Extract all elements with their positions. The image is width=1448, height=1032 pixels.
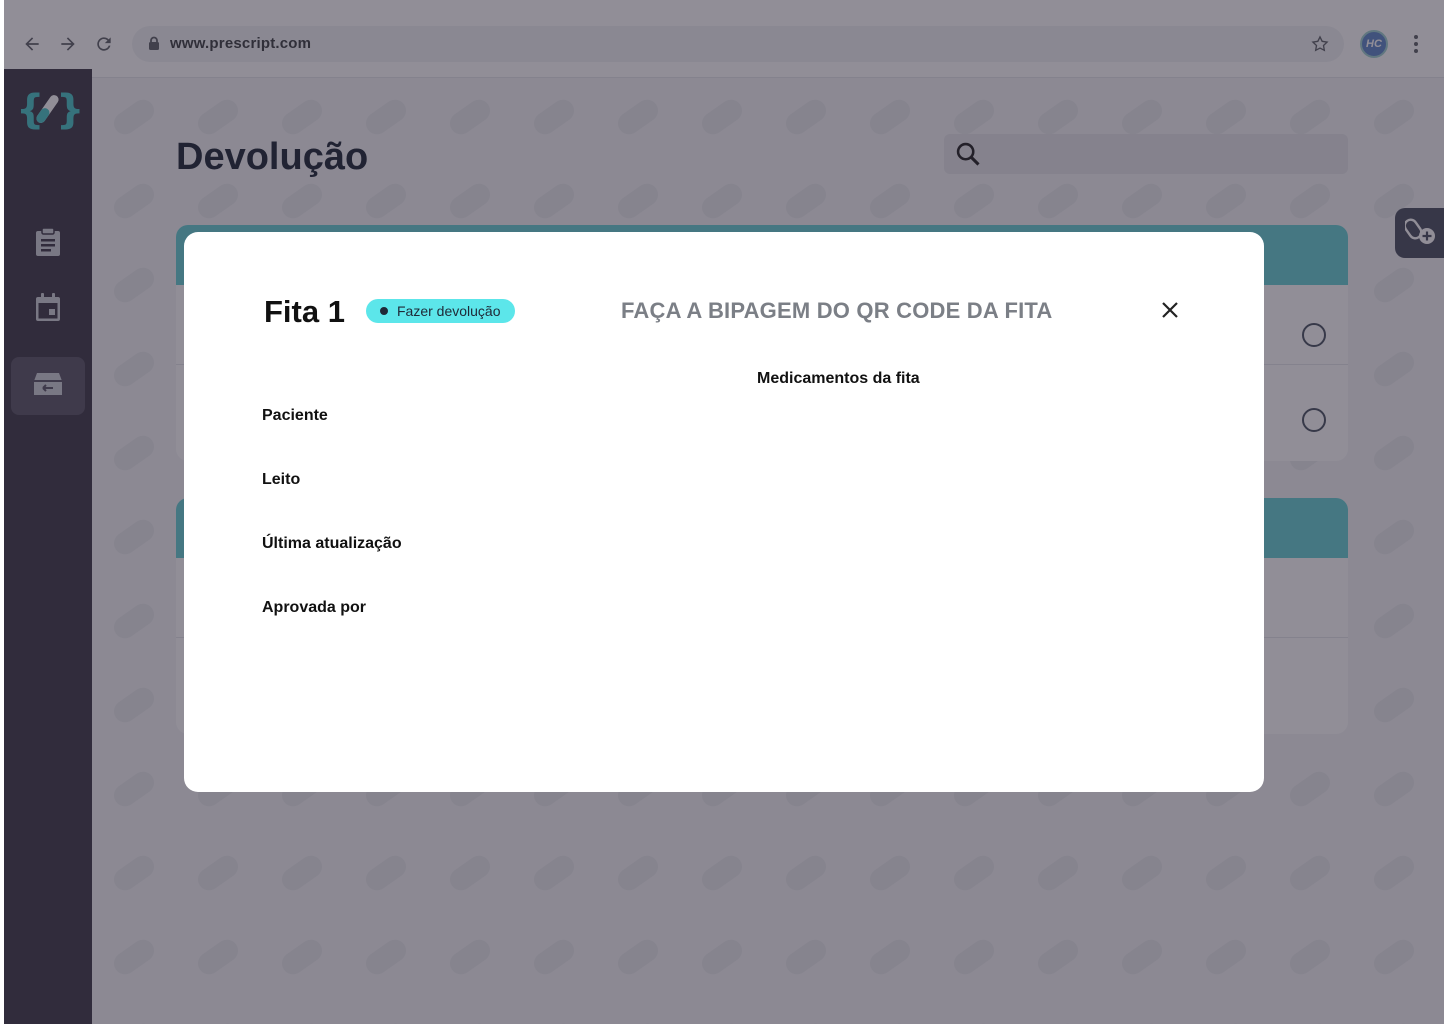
browser-window: www.prescript.com HC { } xyxy=(4,0,1444,1024)
modal-title: Fita 1 xyxy=(264,294,345,329)
qr-scan-instruction: FAÇA A BIPAGEM DO QR CODE DA FITA xyxy=(621,298,1053,323)
last-update-label: Última atualização xyxy=(262,535,402,552)
approved-by-label: Aprovada por xyxy=(262,599,367,616)
status-badge-label: Fazer devolução xyxy=(397,303,501,319)
status-badge: Fazer devolução xyxy=(366,299,515,323)
patient-label: Paciente xyxy=(262,407,328,424)
close-icon[interactable] xyxy=(1158,298,1182,322)
tape-return-modal: Fita 1 Fazer devolução FAÇA A BIPAGEM DO… xyxy=(184,232,1264,792)
bed-label: Leito xyxy=(262,471,301,488)
medications-heading: Medicamentos da fita xyxy=(757,370,920,387)
status-dot-icon xyxy=(380,307,388,315)
